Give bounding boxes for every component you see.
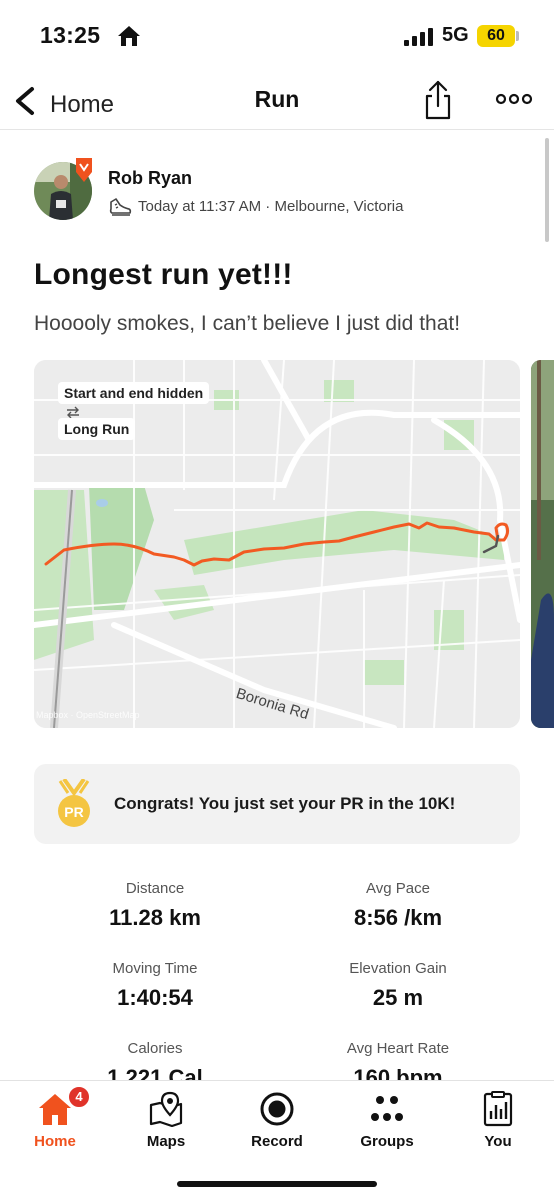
stat-label: Avg Heart Rate (346, 1040, 450, 1057)
tab-label: Maps (146, 1133, 186, 1150)
tab-record[interactable]: Record (231, 1089, 323, 1153)
map-pin-icon (149, 1091, 183, 1127)
athlete-name[interactable]: Rob Ryan (108, 168, 192, 189)
stat-distance: Distance 11.28 km (55, 880, 255, 931)
stat-label: Elevation Gain (349, 960, 447, 977)
network-type: 5G (442, 24, 469, 46)
battery-cap (516, 31, 519, 41)
more-options-icon[interactable] (494, 84, 534, 114)
record-icon (260, 1092, 294, 1126)
stat-label: Moving Time (112, 960, 198, 977)
stat-label: Avg Pace (366, 880, 430, 897)
pr-medal-icon: PR (58, 779, 90, 827)
tab-groups[interactable]: Groups (341, 1089, 433, 1153)
map-attribution: Mapbox · OpenStreetMap (36, 710, 140, 720)
status-time: 13:25 (40, 22, 101, 48)
page-title: Run (254, 86, 300, 112)
stat-avg-pace: Avg Pace 8:56 /km (298, 880, 498, 931)
activity-description: Hooooly smokes, I can’t believe I just d… (34, 312, 461, 335)
repeat-icon (67, 406, 79, 418)
home-indicator[interactable] (177, 1181, 377, 1187)
run-type-label: Long Run (58, 418, 136, 440)
profile-stats-icon (483, 1091, 513, 1127)
tab-label: Groups (360, 1133, 414, 1150)
battery-icon: 60 (477, 25, 515, 47)
home-status-icon (118, 26, 140, 46)
tab-label: You (484, 1133, 512, 1150)
notification-badge: 4 (67, 1085, 91, 1109)
tab-label: Home (34, 1133, 76, 1150)
stat-value: 11.28 km (109, 905, 201, 930)
pr-banner[interactable]: PR Congrats! You just set your PR in the… (34, 764, 520, 844)
scrollbar[interactable] (545, 138, 549, 242)
groups-icon (371, 1096, 403, 1121)
tab-label: Record (251, 1133, 303, 1150)
cellular-signal-icon (404, 28, 433, 46)
map-canvas (34, 360, 520, 728)
stat-value: 1:40:54 (117, 985, 193, 1010)
stat-value: 8:56 /km (353, 905, 443, 930)
stat-label: Calories (127, 1040, 183, 1057)
shoe-icon (109, 198, 132, 216)
activity-meta-text: Today at 11:37 AM · Melbourne, Victoria (138, 198, 404, 215)
photo-peek-image (531, 360, 554, 728)
activity-photo-thumbnail[interactable] (531, 360, 554, 728)
activity-title: Longest run yet!!! (34, 258, 293, 291)
stat-value: 25 m (372, 985, 424, 1010)
status-bar: 13:25 5G 60 (0, 0, 554, 70)
stat-elevation-gain: Elevation Gain 25 m (298, 960, 498, 1011)
pr-message: Congrats! You just set your PR in the 10… (114, 794, 456, 813)
nav-bar: Home Run (0, 70, 554, 130)
subscriber-badge-icon (76, 158, 92, 182)
share-icon[interactable] (420, 78, 456, 122)
tab-you[interactable]: You (452, 1089, 544, 1153)
stat-moving-time: Moving Time 1:40:54 (55, 960, 255, 1011)
tab-home[interactable]: 4 Home (9, 1085, 101, 1153)
pr-icon-text: PR (64, 804, 83, 820)
privacy-label: Start and end hidden (58, 382, 210, 404)
stat-label: Distance (125, 880, 185, 897)
route-map[interactable]: Start and end hidden Long Run Boronia Rd… (34, 360, 520, 728)
tab-maps[interactable]: Maps (120, 1089, 212, 1153)
